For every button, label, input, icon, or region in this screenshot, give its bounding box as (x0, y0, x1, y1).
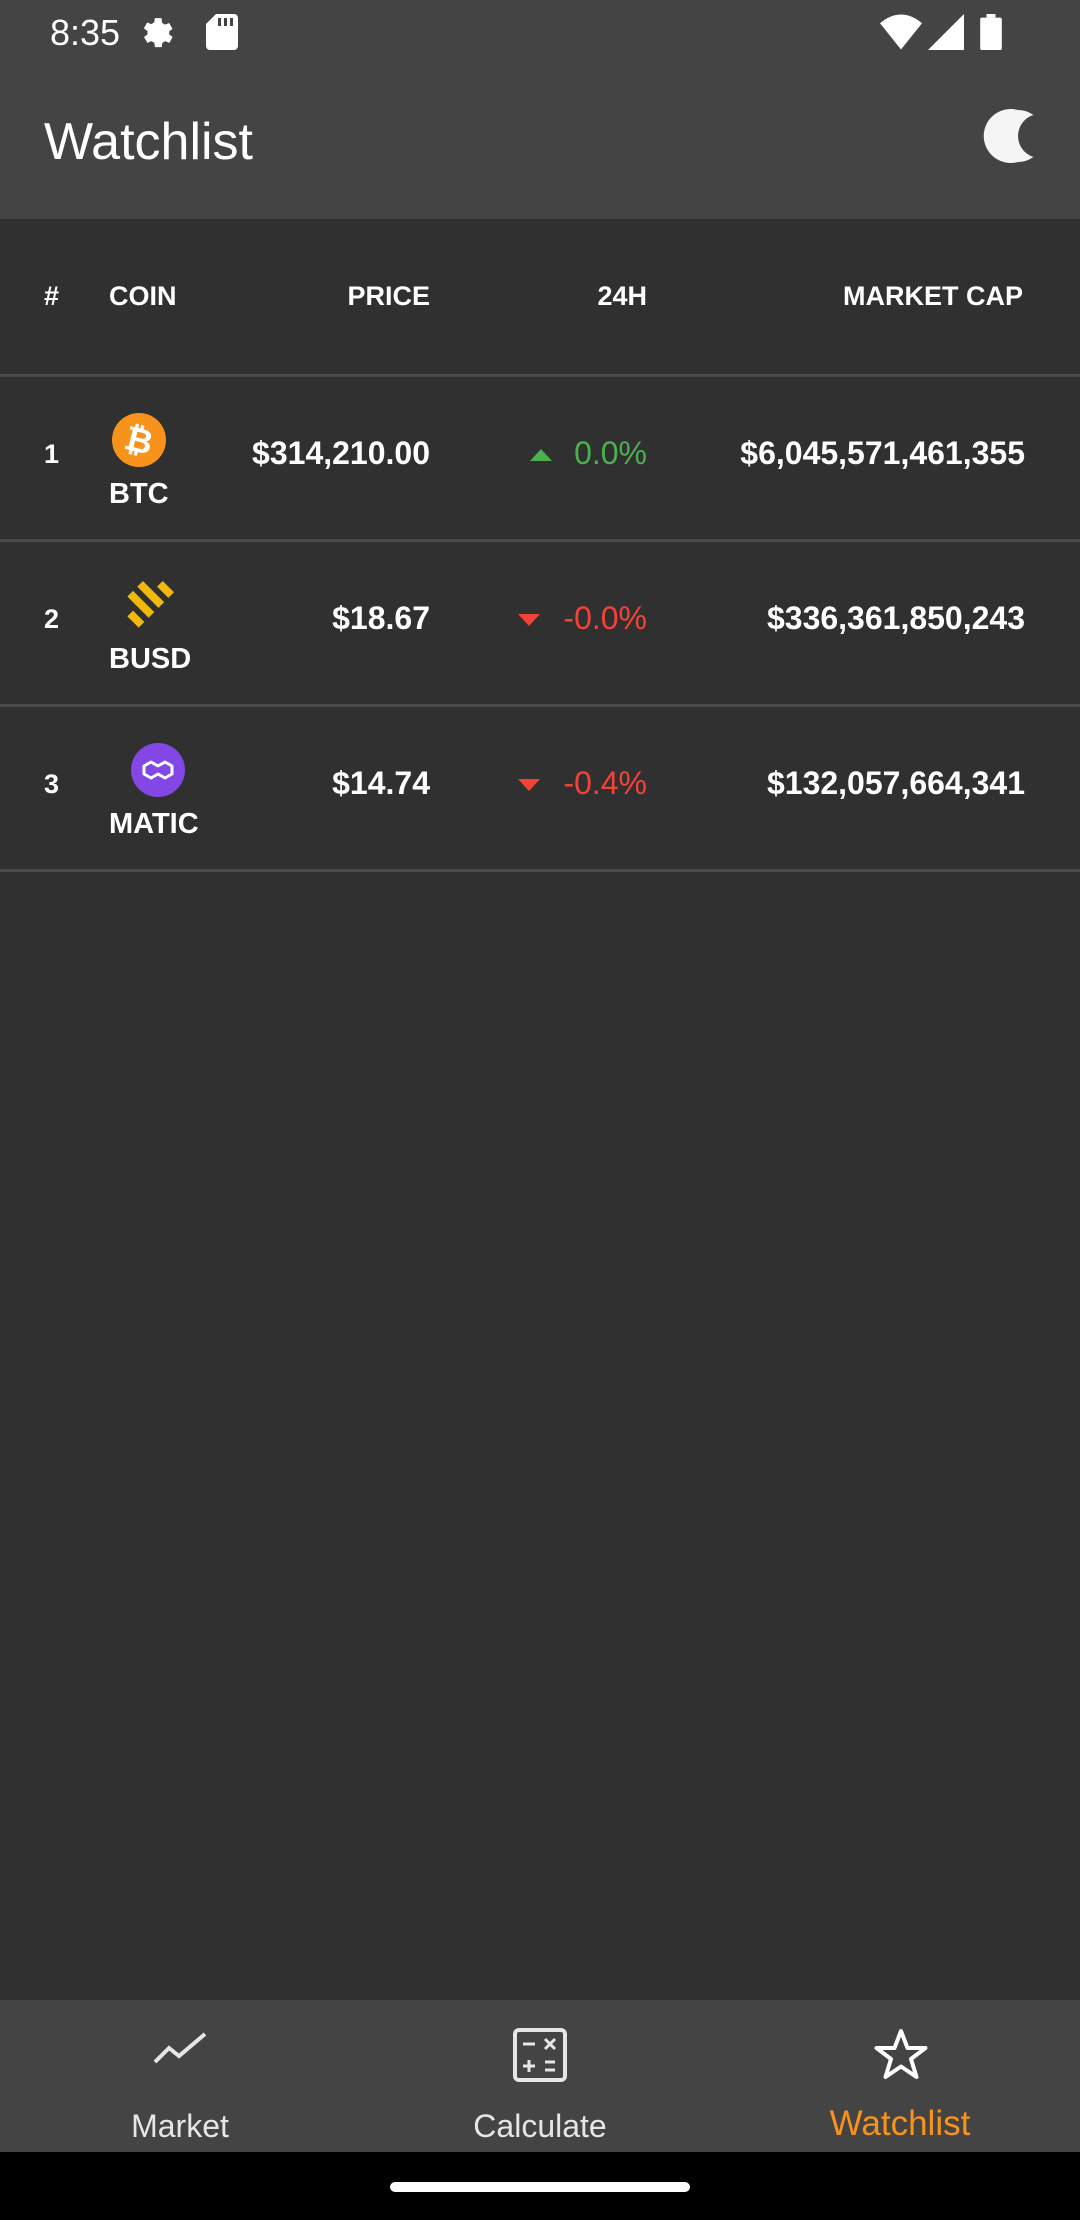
header-coin[interactable]: COIN (109, 281, 177, 312)
coin-price: $14.74 (332, 765, 430, 801)
nav-watchlist[interactable]: Watchlist (720, 2000, 1080, 2152)
coin-market-cap: $6,045,571,461,355 (740, 435, 1025, 471)
table-row[interactable]: 1 ₿ BTC $314,210.00 0.0% $6,045,571,461,… (0, 377, 1080, 542)
status-bar: 8:35 (0, 0, 1080, 66)
row-rank: 2 (44, 604, 60, 634)
arrow-down-icon (518, 614, 540, 626)
bottom-navigation: Market Calculate Watchlist (0, 2000, 1080, 2152)
table-header: # COIN PRICE 24H MARKET CAP (0, 219, 1080, 377)
signal-icon (928, 14, 964, 55)
header-24h[interactable]: 24H (597, 281, 647, 312)
star-icon (874, 2029, 928, 2079)
busd-icon (122, 577, 178, 633)
coin-change: -0.4% (563, 765, 647, 801)
arrow-up-icon (530, 449, 552, 461)
nav-watchlist-label: Watchlist (829, 2104, 971, 2143)
header-price[interactable]: PRICE (347, 281, 430, 312)
page-title: Watchlist (44, 113, 253, 171)
nav-calculate[interactable]: Calculate (360, 2000, 720, 2152)
gesture-bar (0, 2152, 1080, 2220)
battery-icon (980, 14, 1002, 55)
sd-card-icon (206, 14, 238, 55)
table-row[interactable]: 3 MATIC $14.74 -0.4% $132,057,664,341 (0, 707, 1080, 872)
nav-calculate-label: Calculate (473, 2108, 607, 2144)
header-rank[interactable]: # (44, 281, 59, 312)
table-row[interactable]: 2 BUSD $18.67 -0.0% $336,361,850,243 (0, 542, 1080, 707)
arrow-down-icon (518, 779, 540, 791)
app-bar: Watchlist (0, 66, 1080, 219)
status-time: 8:35 (50, 12, 121, 53)
calculator-icon (513, 2028, 567, 2082)
nav-market-label: Market (131, 2108, 229, 2144)
coin-change: -0.0% (563, 600, 647, 636)
coin-symbol: BUSD (109, 643, 192, 675)
coin-symbol: MATIC (109, 808, 199, 840)
wifi-icon (880, 14, 922, 55)
coin-symbol: BTC (109, 478, 169, 510)
bitcoin-icon: ₿ (111, 412, 167, 468)
row-rank: 3 (44, 769, 60, 799)
nav-market[interactable]: Market (0, 2000, 360, 2152)
trending-icon (153, 2032, 207, 2064)
coin-price: $18.67 (332, 600, 430, 636)
coin-change: 0.0% (574, 435, 647, 471)
moon-icon[interactable] (982, 104, 1062, 168)
header-market-cap[interactable]: MARKET CAP (843, 281, 1023, 312)
polygon-icon (130, 742, 186, 798)
settings-icon (140, 14, 180, 59)
row-rank: 1 (44, 439, 60, 469)
coin-market-cap: $336,361,850,243 (766, 600, 1025, 636)
coin-price: $314,210.00 (252, 435, 430, 471)
home-handle[interactable] (390, 2182, 690, 2192)
coin-market-cap: $132,057,664,341 (766, 765, 1025, 801)
